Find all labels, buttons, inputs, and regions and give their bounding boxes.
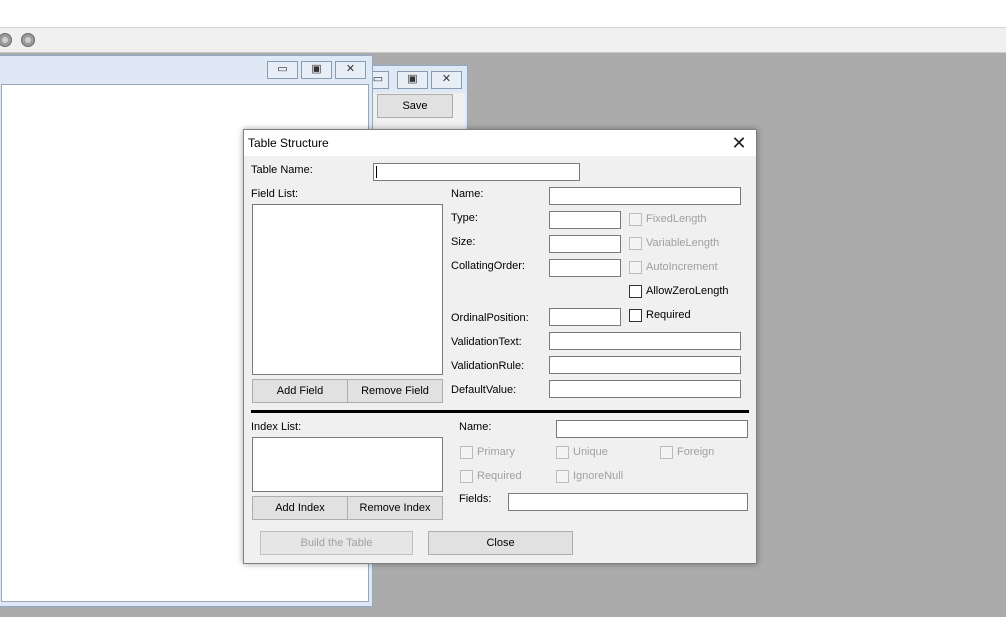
app-top-area [0, 0, 1006, 28]
index-name-input[interactable] [556, 420, 748, 438]
ignore-null-checkbox[interactable] [556, 470, 569, 483]
close-icon[interactable]: ✕ [728, 132, 750, 154]
variable-length-checkbox[interactable] [629, 237, 642, 250]
fixed-length-checkbox[interactable] [629, 213, 642, 226]
field-type-label: Type: [451, 212, 478, 224]
unique-label: Unique [573, 446, 608, 458]
remove-field-button[interactable]: Remove Field [347, 379, 443, 403]
gear-icon[interactable] [0, 33, 12, 47]
variable-length-label: VariableLength [646, 237, 720, 249]
section-divider [251, 410, 749, 413]
auto-increment-checkbox[interactable] [629, 261, 642, 274]
default-value-label: DefaultValue: [451, 384, 517, 396]
index-fields-label: Fields: [459, 493, 492, 505]
field-name-input[interactable] [549, 187, 741, 205]
required-checkbox[interactable] [629, 309, 642, 322]
close-button-label: Close [486, 537, 515, 549]
validation-rule-label: ValidationRule: [451, 360, 525, 372]
table-name-label: Table Name: [251, 164, 313, 176]
foreign-checkbox[interactable] [660, 446, 673, 459]
table-structure-dialog: Table Structure ✕ Table Name: Field List… [243, 129, 757, 564]
table-name-input[interactable] [373, 163, 580, 181]
unique-checkbox[interactable] [556, 446, 569, 459]
save-button[interactable]: Save [377, 94, 453, 118]
close-button[interactable]: ✕ [335, 61, 366, 79]
field-list-label: Field List: [251, 188, 299, 200]
validation-text-input[interactable] [549, 332, 741, 350]
required-label: Required [646, 309, 691, 321]
primary-label: Primary [477, 446, 515, 458]
index-fields-input[interactable] [508, 493, 748, 511]
remove-index-button[interactable]: Remove Index [347, 496, 443, 520]
ordinal-position-label: OrdinalPosition: [451, 312, 529, 324]
field-list[interactable] [252, 204, 443, 375]
index-required-label: Required [477, 470, 522, 482]
validation-rule-input[interactable] [549, 356, 741, 374]
foreign-label: Foreign [677, 446, 715, 458]
save-button-label: Save [402, 100, 428, 112]
add-field-button[interactable]: Add Field [252, 379, 348, 403]
close-button[interactable]: Close [428, 531, 573, 555]
allow-zero-length-checkbox[interactable] [629, 285, 642, 298]
validation-text-label: ValidationText: [451, 336, 522, 348]
maximize-button[interactable]: ▣ [397, 71, 428, 89]
field-name-label: Name: [451, 188, 484, 200]
remove-field-button-label: Remove Field [361, 385, 429, 397]
add-index-button-label: Add Index [275, 502, 325, 514]
ignore-null-label: IgnoreNull [573, 470, 624, 482]
gear-icon[interactable] [21, 33, 35, 47]
dialog-title: Table Structure [248, 136, 329, 150]
auto-increment-label: AutoIncrement [646, 261, 718, 273]
toolbar [0, 28, 1006, 53]
dialog-titlebar: Table Structure ✕ [244, 130, 756, 156]
default-value-input[interactable] [549, 380, 741, 398]
maximize-button[interactable]: ▣ [301, 61, 332, 79]
index-name-label: Name: [459, 421, 492, 433]
minimize-button[interactable]: ▭ [267, 61, 298, 79]
build-table-button-label: Build the Table [300, 537, 373, 549]
field-size-label: Size: [451, 236, 476, 248]
field-type-input[interactable] [549, 211, 621, 229]
remove-index-button-label: Remove Index [359, 502, 431, 514]
ordinal-position-input[interactable] [549, 308, 621, 326]
primary-checkbox[interactable] [460, 446, 473, 459]
index-list[interactable] [252, 437, 443, 492]
collating-order-input[interactable] [549, 259, 621, 277]
build-table-button[interactable]: Build the Table [260, 531, 413, 555]
text-caret [376, 166, 377, 178]
close-button[interactable]: ✕ [431, 71, 462, 89]
add-index-button[interactable]: Add Index [252, 496, 348, 520]
allow-zero-length-label: AllowZeroLength [646, 285, 729, 297]
field-size-input[interactable] [549, 235, 621, 253]
add-field-button-label: Add Field [276, 385, 324, 397]
index-list-label: Index List: [251, 421, 302, 433]
fixed-length-label: FixedLength [646, 213, 707, 225]
collating-order-label: CollatingOrder: [451, 260, 525, 272]
index-required-checkbox[interactable] [460, 470, 473, 483]
